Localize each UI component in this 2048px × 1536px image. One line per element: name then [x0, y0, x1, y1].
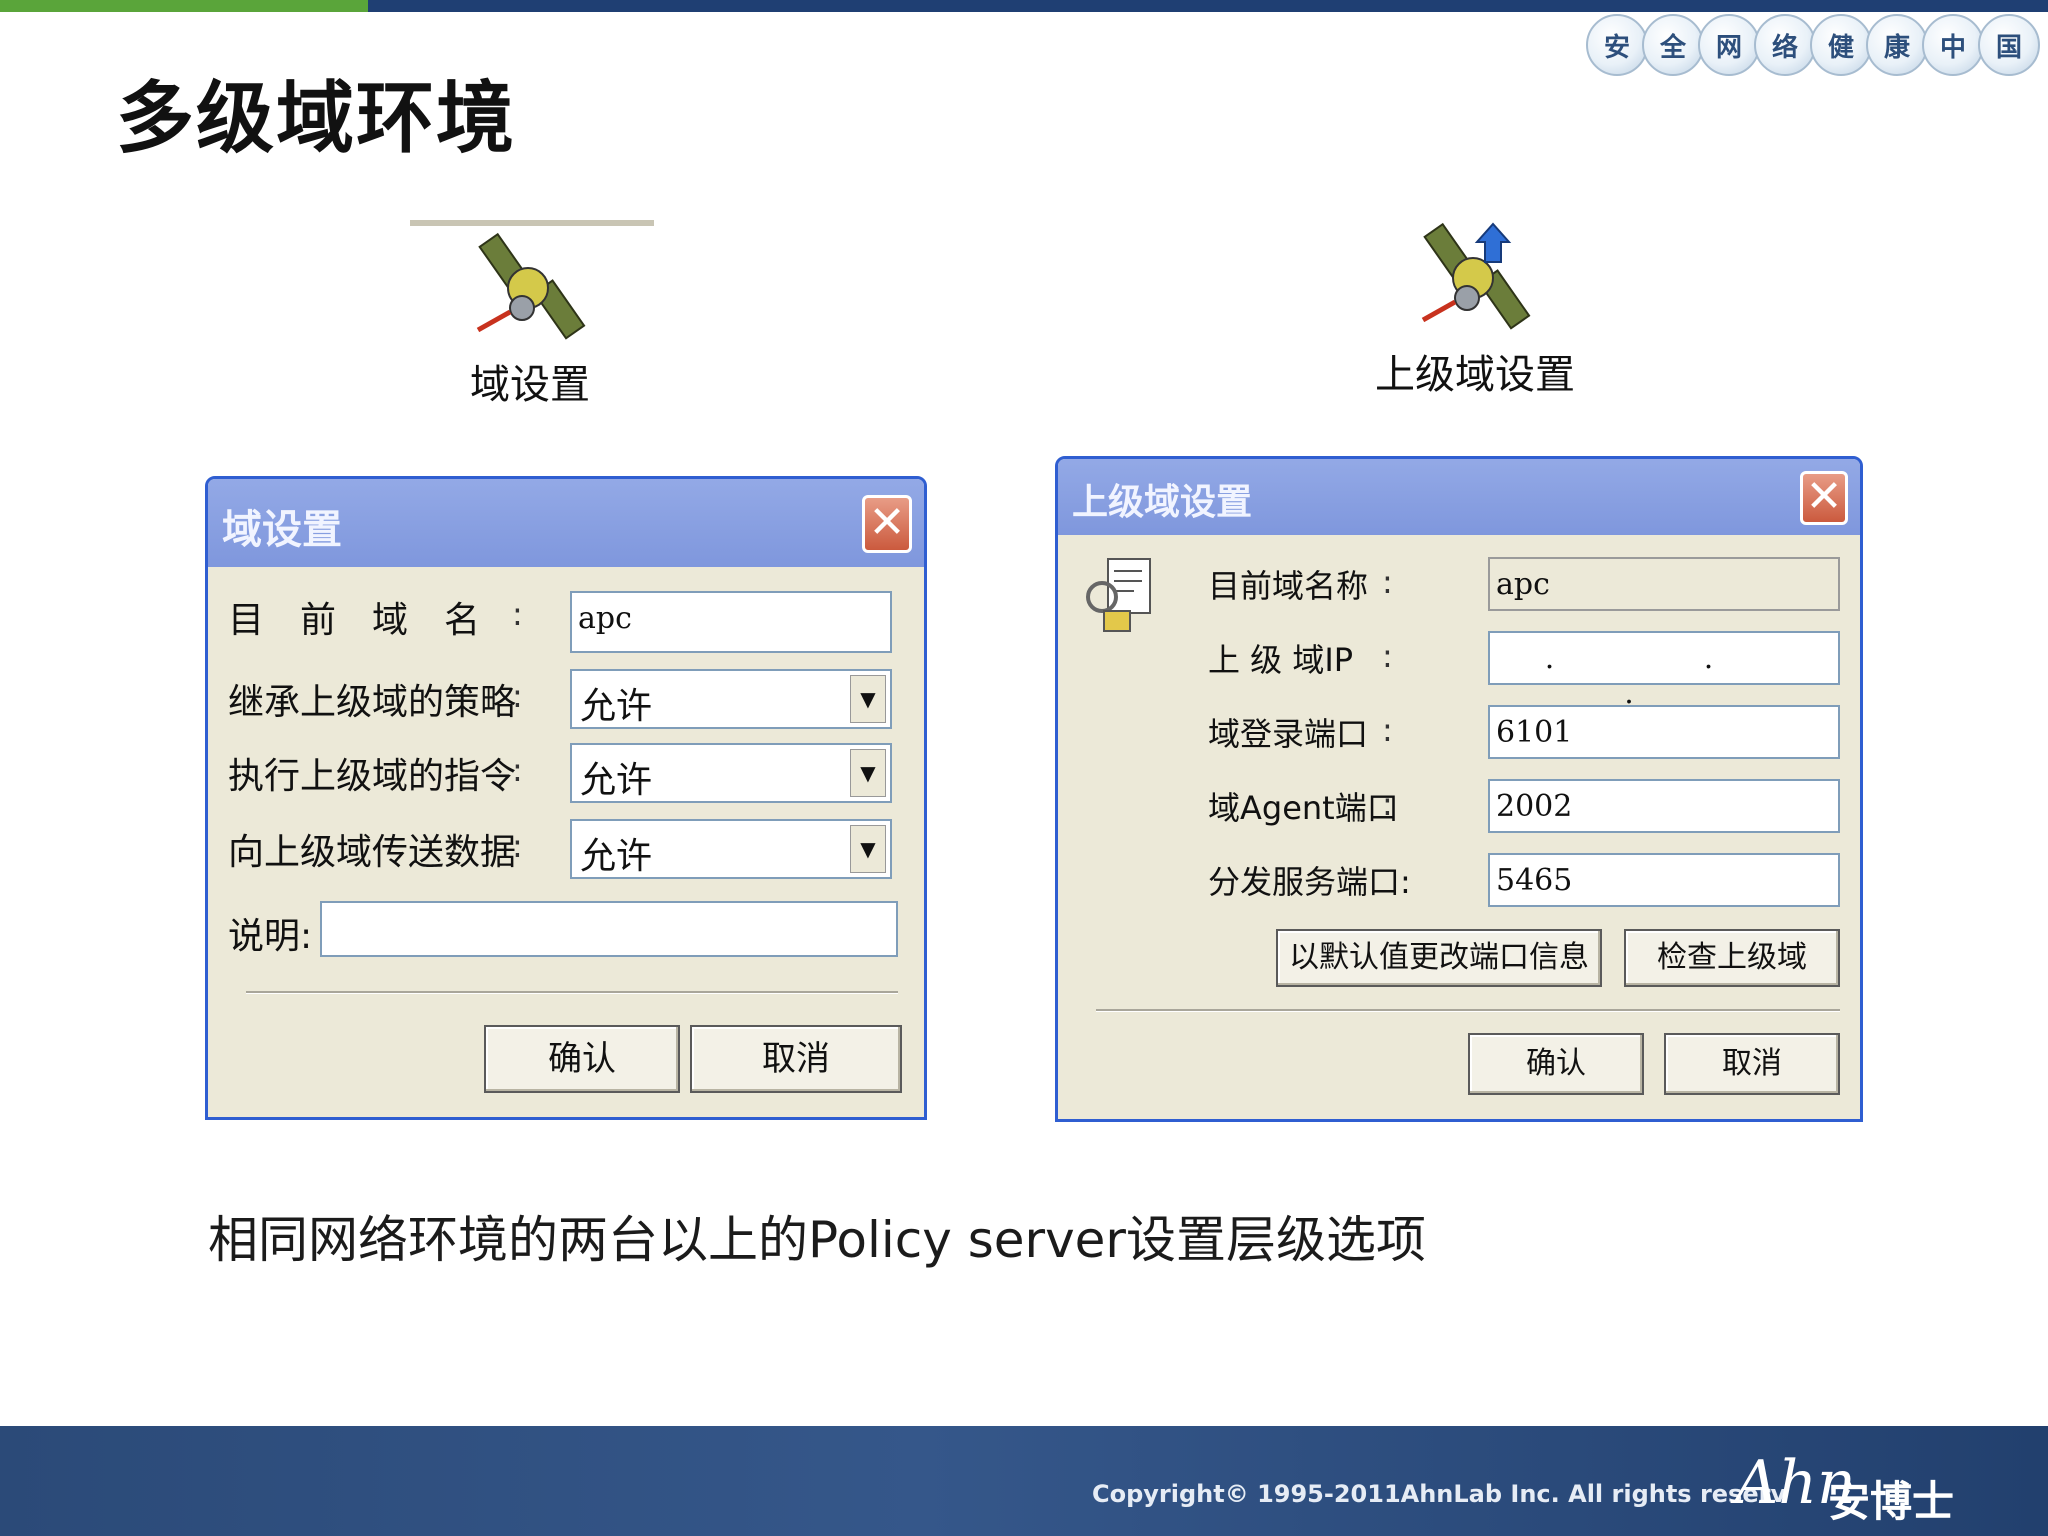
close-icon[interactable]: ✕	[1800, 471, 1848, 525]
parent-ip-input[interactable]: . . .	[1488, 631, 1840, 711]
send-data-select[interactable]: 允许 ▼	[570, 819, 892, 879]
current-domain-name-input: apc	[1488, 557, 1840, 611]
domain-settings-label: 域设置	[470, 362, 590, 408]
icon-shelf	[410, 220, 654, 226]
domain-settings-dialog: 域设置 ✕ 目 前 域 名 : apc 继承上级域的策略 : 允许 ▼ 执行上级…	[205, 476, 927, 1120]
send-data-value: 允许	[580, 836, 653, 877]
colon: :	[1382, 711, 1393, 749]
domain-settings-shortcut[interactable]: 域设置	[440, 232, 620, 410]
dropdown-arrow-icon[interactable]: ▼	[850, 749, 886, 797]
agent-port-label: 域Agent端口	[1208, 789, 1399, 827]
colon: :	[1382, 637, 1393, 675]
dist-port-label: 分发服务端口:	[1208, 863, 1411, 901]
dialog-titlebar[interactable]: 域设置 ✕	[208, 479, 924, 567]
dist-port-input[interactable]: 5465	[1488, 853, 1840, 907]
default-ports-button[interactable]: 以默认值更改端口信息	[1276, 929, 1602, 987]
footer-bar: Copyright© 1995-2011AhnLab Inc. All righ…	[0, 1426, 2048, 1536]
check-parent-domain-button[interactable]: 检查上级域	[1624, 929, 1840, 987]
colon: :	[512, 751, 523, 789]
parent-domain-settings-label: 上级域设置	[1375, 352, 1575, 398]
inherit-policy-label: 继承上级域的策略	[228, 682, 517, 723]
top-green-accent	[0, 0, 368, 12]
satellite-icon	[476, 232, 586, 340]
slogan-char: 安	[1586, 14, 1648, 76]
colon: :	[1382, 563, 1393, 601]
colon: :	[512, 595, 523, 633]
slide-caption: 相同网络环境的两台以上的Policy server设置层级选项	[208, 1211, 1426, 1269]
parent-domain-settings-dialog: 上级域设置 ✕ 目前域名称 : apc 上 级 域IP : . . . 域登录端…	[1055, 456, 1863, 1122]
slogan-char: 国	[1978, 14, 2040, 76]
colon: :	[512, 827, 523, 865]
exec-command-label: 执行上级域的指令	[228, 756, 517, 797]
colon: :	[512, 677, 523, 715]
ok-button[interactable]: 确认	[1468, 1033, 1644, 1095]
current-domain-name-label: 目前域名称	[1208, 567, 1369, 605]
slogan-char: 网	[1698, 14, 1760, 76]
dropdown-arrow-icon[interactable]: ▼	[850, 825, 886, 873]
inherit-policy-value: 允许	[580, 686, 653, 727]
dialog-title: 上级域设置	[1072, 482, 1253, 523]
copyright-text: Copyright© 1995-2011AhnLab Inc. All righ…	[1092, 1480, 1787, 1508]
page-title: 多级域环境	[116, 73, 517, 164]
description-input[interactable]	[320, 901, 898, 957]
cancel-button[interactable]: 取消	[690, 1025, 902, 1093]
description-label: 说明:	[228, 916, 313, 957]
top-decoration-bar	[0, 0, 2048, 12]
exec-command-select[interactable]: 允许 ▼	[570, 743, 892, 803]
slogan-char: 健	[1810, 14, 1872, 76]
parent-domain-settings-shortcut[interactable]: 上级域设置	[1360, 222, 1590, 400]
slogan-char: 中	[1922, 14, 1984, 76]
exec-command-value: 允许	[580, 760, 653, 801]
send-data-label: 向上级域传送数据	[228, 832, 517, 873]
ahnlab-logo-text: 安博士	[1828, 1477, 1955, 1526]
settings-document-icon	[1086, 558, 1151, 632]
current-domain-label: 目 前 域 名	[228, 600, 481, 641]
close-icon[interactable]: ✕	[862, 495, 912, 553]
current-domain-input[interactable]: apc	[570, 591, 892, 653]
dialog-titlebar[interactable]: 上级域设置 ✕	[1058, 459, 1860, 535]
slogan-char: 康	[1866, 14, 1928, 76]
parent-ip-label: 上 级 域IP	[1208, 641, 1354, 679]
dropdown-arrow-icon[interactable]: ▼	[850, 675, 886, 723]
login-port-label: 域登录端口	[1208, 715, 1369, 753]
colon: :	[1382, 785, 1393, 823]
agent-port-input[interactable]: 2002	[1488, 779, 1840, 833]
dialog-separator	[1096, 1009, 1840, 1012]
satellite-upload-icon	[1421, 222, 1531, 330]
cancel-button[interactable]: 取消	[1664, 1033, 1840, 1095]
dialog-title: 域设置	[222, 507, 342, 553]
login-port-input[interactable]: 6101	[1488, 705, 1840, 759]
slogan-bubbles: 安 全 网 络 健 康 中 国	[1586, 14, 2040, 76]
dialog-separator	[246, 991, 898, 994]
inherit-policy-select[interactable]: 允许 ▼	[570, 669, 892, 729]
ok-button[interactable]: 确认	[484, 1025, 680, 1093]
slogan-char: 全	[1642, 14, 1704, 76]
slogan-char: 络	[1754, 14, 1816, 76]
